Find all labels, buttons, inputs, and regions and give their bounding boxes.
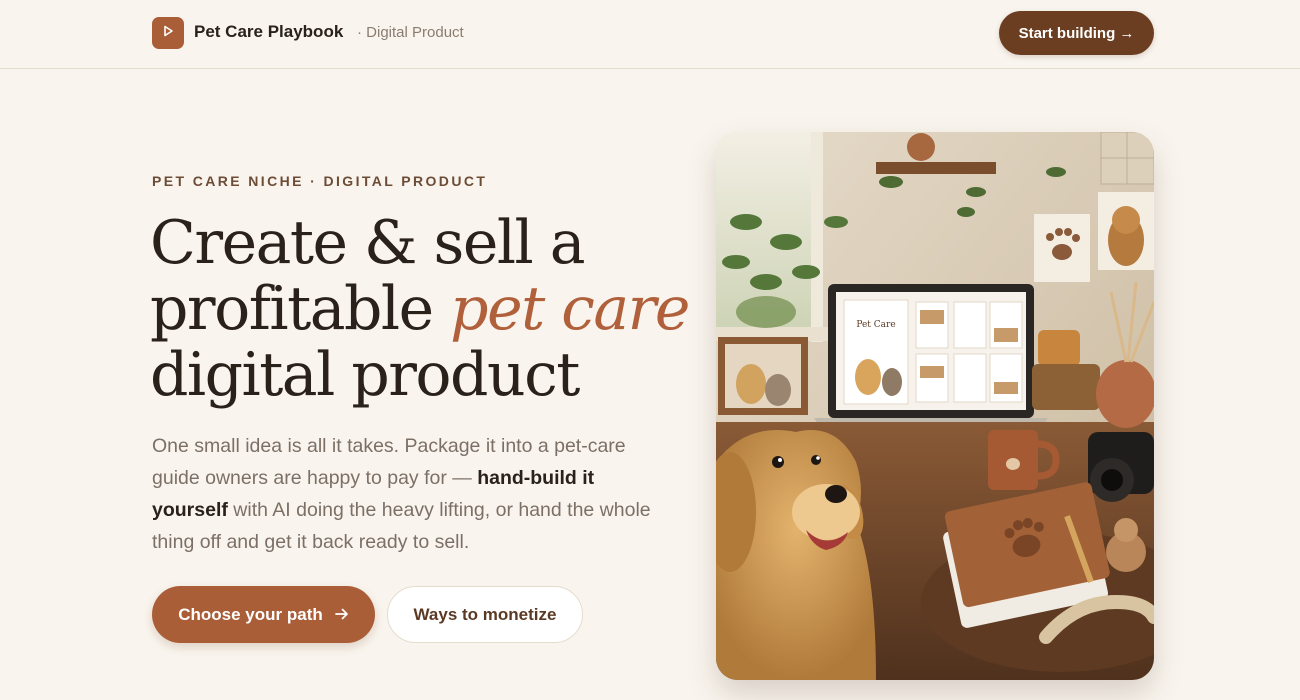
hero-image: Pet Care — [716, 132, 1154, 680]
arrow-right-icon — [334, 605, 349, 625]
headline-line-2: profitable — [150, 274, 451, 344]
choose-path-button[interactable]: Choose your path — [152, 586, 375, 643]
ways-to-monetize-button[interactable]: Ways to monetize — [387, 586, 583, 643]
start-building-button[interactable]: Start building → — [999, 11, 1154, 55]
headline-line-1: Create & sell a — [150, 208, 586, 278]
brand-logo[interactable] — [152, 17, 184, 49]
brand-subtitle: · Digital Product — [357, 24, 464, 41]
headline-line-3: digital product — [150, 340, 580, 410]
top-header: Pet Care Playbook · Digital Product Star… — [0, 0, 1300, 69]
play-icon — [161, 24, 175, 43]
brand-name[interactable]: Pet Care Playbook — [194, 22, 343, 42]
hero-headline: Create & sell a profitable pet care digi… — [150, 210, 710, 408]
hero-eyebrow: PET CARE NICHE · DIGITAL PRODUCT — [152, 173, 488, 189]
hero-description: One small idea is all it takes. Package … — [152, 430, 672, 558]
headline-accent: pet care — [450, 274, 690, 344]
choose-path-label: Choose your path — [178, 604, 323, 624]
screen-book-title: Pet Care — [856, 320, 895, 330]
